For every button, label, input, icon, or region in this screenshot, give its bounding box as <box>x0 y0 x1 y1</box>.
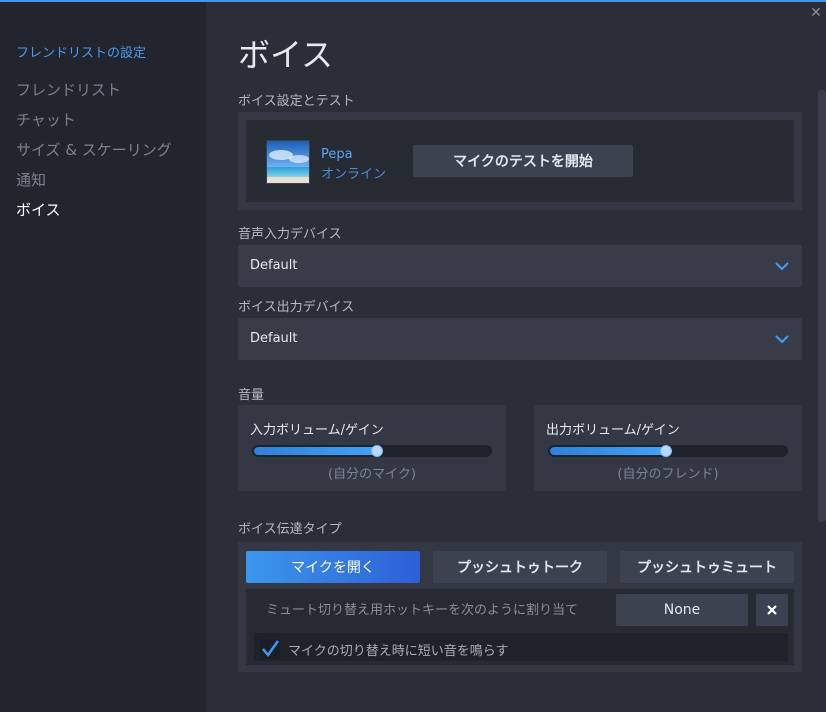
user-name: Pepa <box>321 147 353 162</box>
sidebar-header[interactable]: フレンドリストの設定 <box>16 42 146 61</box>
output-volume-thumb[interactable] <box>660 445 672 457</box>
click-sound-checkbox[interactable] <box>260 639 280 659</box>
close-icon[interactable]: ✕ <box>808 6 824 20</box>
output-device-value: Default <box>250 331 298 346</box>
output-volume-slider[interactable] <box>548 445 788 457</box>
mode-push-to-talk-button[interactable]: プッシュトゥトーク <box>433 551 607 583</box>
sidebar-item-size-scaling[interactable]: サイズ & スケーリング <box>16 139 172 160</box>
hotkey-assign-button[interactable]: None <box>616 594 748 626</box>
main-panel: ✕ ボイス ボイス設定とテスト Pepa オンライン マイクのテストを開始 音声… <box>206 2 826 712</box>
start-mic-test-button[interactable]: マイクのテストを開始 <box>413 145 633 177</box>
input-device-value: Default <box>250 258 298 273</box>
input-volume-slider[interactable] <box>252 445 492 457</box>
input-device-label: 音声入力デバイス <box>238 227 342 242</box>
sidebar-item-notifications[interactable]: 通知 <box>16 169 46 190</box>
mode-open-mic-button[interactable]: マイクを開く <box>246 551 420 583</box>
input-device-select[interactable]: Default <box>238 245 802 287</box>
input-volume-fill <box>254 447 377 455</box>
hotkey-label: ミュート切り替え用ホットキーを次のように割り当て <box>266 603 579 618</box>
chevron-down-icon <box>775 262 789 271</box>
sidebar-item-friends-list[interactable]: フレンドリスト <box>16 79 121 100</box>
click-sound-label: マイクの切り替え時に短い音を鳴らす <box>288 644 509 659</box>
user-status: オンライン <box>321 167 387 182</box>
input-volume-title: 入力ボリューム/ゲイン <box>250 423 384 438</box>
sidebar-item-voice[interactable]: ボイス <box>16 199 61 220</box>
output-device-select[interactable]: Default <box>238 318 802 360</box>
input-volume-thumb[interactable] <box>371 445 383 457</box>
scrollbar[interactable] <box>818 90 826 522</box>
page-title: ボイス <box>238 36 334 74</box>
voice-test-section-label: ボイス設定とテスト <box>238 94 355 109</box>
close-icon <box>767 605 777 615</box>
output-device-label: ボイス出力デバイス <box>238 300 355 315</box>
input-volume-caption: (自分のマイク) <box>328 467 416 482</box>
output-volume-caption: (自分のフレンド) <box>617 467 719 482</box>
sidebar: フレンドリストの設定 フレンドリスト チャット サイズ & スケーリング 通知 … <box>0 2 206 712</box>
checkmark-icon <box>262 640 280 658</box>
hotkey-clear-button[interactable] <box>756 594 788 626</box>
volume-section-label: 音量 <box>238 388 265 403</box>
mode-push-to-mute-button[interactable]: プッシュトゥミュート <box>620 551 794 583</box>
sidebar-item-chat[interactable]: チャット <box>16 109 76 130</box>
output-volume-title: 出力ボリューム/ゲイン <box>546 423 680 438</box>
output-volume-fill <box>550 447 666 455</box>
transmission-section-label: ボイス伝達タイプ <box>238 522 342 537</box>
avatar <box>266 140 310 184</box>
input-volume-panel: 入力ボリューム/ゲイン (自分のマイク) <box>238 405 506 491</box>
output-volume-panel: 出力ボリューム/ゲイン (自分のフレンド) <box>534 405 802 491</box>
chevron-down-icon <box>775 335 789 344</box>
